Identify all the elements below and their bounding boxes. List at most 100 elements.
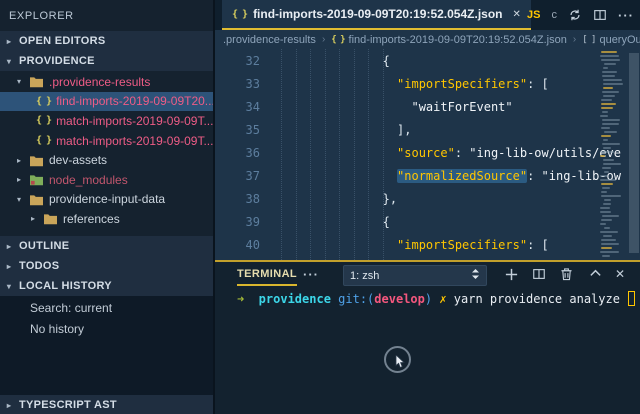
code-text: "waitForEvent" xyxy=(260,100,513,114)
minimap-mark xyxy=(603,159,614,161)
line-number: 36 xyxy=(215,146,260,160)
vertical-scrollbar[interactable] xyxy=(629,53,639,253)
minimap-mark xyxy=(600,175,608,177)
breadcrumb-item[interactable]: [ ]queryOutput xyxy=(582,34,640,46)
section-outline[interactable]: ▸ OUTLINE xyxy=(0,236,213,256)
prompt-token: develop xyxy=(374,292,425,306)
breadcrumb-separator: › xyxy=(573,34,576,45)
terminal-prompt[interactable]: ➜ providence git:(develop) ✗ yarn provid… xyxy=(237,291,635,306)
breadcrumb-item[interactable]: .providence-results xyxy=(223,34,316,46)
tab-find-imports-json[interactable]: { } find-imports-2019-09-09T20:19:52.054… xyxy=(222,0,531,30)
more-actions-icon[interactable]: ··· xyxy=(618,8,634,23)
tree-item-providence-results[interactable]: ▾.providence-results xyxy=(0,72,213,92)
js-badge-icon[interactable]: JS xyxy=(527,9,540,21)
terminal-more-icon[interactable]: ··· xyxy=(303,267,319,282)
section-local-history[interactable]: ▾ LOCAL HISTORY xyxy=(0,276,213,296)
line-number: 39 xyxy=(215,215,260,229)
minimap-mark xyxy=(600,223,606,225)
minimap-mark xyxy=(602,151,614,153)
code-line-34: 34"waitForEvent" xyxy=(215,95,640,118)
chevron-down-icon[interactable]: ▾ xyxy=(14,77,24,86)
minimap-mark xyxy=(603,87,613,89)
code-text: "importSpecifiers": [ xyxy=(260,238,549,252)
prompt-token: ✗ xyxy=(432,292,446,306)
kill-terminal-trash-icon[interactable] xyxy=(560,267,573,281)
minimap-mark xyxy=(600,55,619,57)
line-number: 40 xyxy=(215,238,260,252)
chevron-right-icon[interactable]: ▸ xyxy=(28,214,38,223)
terminal-tab[interactable]: TERMINAL xyxy=(237,268,297,286)
tab-bar: { } find-imports-2019-09-09T20:19:52.054… xyxy=(215,0,640,30)
folder-icon xyxy=(43,212,58,225)
section-open-editors[interactable]: ▸ OPEN EDITORS xyxy=(0,31,213,51)
tree-item-find-imports-2019-09-09t20[interactable]: { }find-imports-2019-09-09T20... xyxy=(0,92,213,112)
code-line-32: 32{ xyxy=(215,49,640,72)
minimap-mark xyxy=(604,199,611,201)
chevron-right-icon: ▸ xyxy=(4,37,14,46)
line-number: 32 xyxy=(215,54,260,68)
indent-guide xyxy=(368,49,369,260)
tree-item-label: providence-input-data xyxy=(49,192,165,206)
code-line-38: 38}, xyxy=(215,187,640,210)
sync-icon[interactable] xyxy=(568,8,582,22)
folder-icon xyxy=(29,154,44,167)
indent-guide xyxy=(354,49,355,260)
terminal-shell-select[interactable]: 1: zsh xyxy=(343,265,487,286)
tree-item-match-imports-2019-09-09t[interactable]: { } match-imports-2019-09-09T... xyxy=(0,111,213,131)
terminal-panel[interactable]: TERMINAL ··· 1: zsh xyxy=(215,262,640,414)
minimap-mark xyxy=(601,127,610,129)
tab-title: find-imports-2019-09-09T20:19:52.054Z.js… xyxy=(253,7,502,21)
node-modules-folder-icon xyxy=(29,173,44,186)
minimap[interactable] xyxy=(598,49,626,260)
breadcrumb-separator: › xyxy=(322,34,325,45)
minimap-mark xyxy=(604,227,610,229)
code-line-40: 40"importSpecifiers": [ xyxy=(215,233,640,256)
line-number: 34 xyxy=(215,100,260,114)
split-terminal-icon[interactable] xyxy=(532,267,546,281)
maximize-panel-icon[interactable] xyxy=(589,267,602,280)
json-file-icon: { } xyxy=(36,115,51,126)
chevron-down-icon[interactable]: ▾ xyxy=(14,195,24,204)
minimap-mark xyxy=(600,231,618,233)
minimap-mark xyxy=(602,167,611,169)
tree-item-providence-input-data[interactable]: ▾ providence-input-data xyxy=(0,190,213,210)
split-editor-icon[interactable] xyxy=(593,8,607,22)
minimap-mark xyxy=(600,207,610,209)
section-typescript-ast[interactable]: ▸ TYPESCRIPT AST xyxy=(0,395,213,414)
minimap-mark xyxy=(601,243,619,245)
tree-item-node-modules[interactable]: ▸node_modules xyxy=(0,170,213,190)
editor-actions: JS c ··· xyxy=(527,0,634,30)
new-terminal-icon[interactable] xyxy=(504,267,519,282)
tree-item-references[interactable]: ▸references xyxy=(0,209,213,229)
select-arrows-icon xyxy=(471,268,480,283)
code-editor[interactable]: 32{ 33 "importSpecifiers": [ 34"waitForEven… xyxy=(215,49,640,260)
prompt-token: git:( xyxy=(331,292,374,306)
section-label: TODOS xyxy=(19,260,59,272)
minimap-mark xyxy=(601,107,613,109)
minimap-mark xyxy=(602,75,615,77)
minimap-mark xyxy=(603,95,615,97)
tree-item-match-imports-2019-09-09t[interactable]: { }match-imports-2019-09-09T... xyxy=(0,131,213,151)
tree-item-dev-assets[interactable]: ▸dev-assets xyxy=(0,150,213,170)
chevron-right-icon[interactable]: ▸ xyxy=(14,175,24,184)
chevron-right-icon: ▸ xyxy=(4,401,14,410)
local-history-content: Search: current No history xyxy=(0,296,213,395)
minimap-mark xyxy=(600,211,611,213)
c-badge-icon[interactable]: c xyxy=(552,9,558,21)
close-panel-icon[interactable]: ✕ xyxy=(615,267,625,281)
minimap-mark xyxy=(601,247,612,249)
section-providence[interactable]: ▾ PROVIDENCE xyxy=(0,51,213,71)
editor-group: { } find-imports-2019-09-09T20:19:52.054… xyxy=(215,0,640,414)
breadcrumb-item[interactable]: { }find-imports-2019-09-09T20:19:52.054Z… xyxy=(331,34,567,46)
minimap-mark xyxy=(604,63,616,65)
tree-item-label: match-imports-2019-09-09T... xyxy=(56,114,213,128)
line-number: 33 xyxy=(215,77,260,91)
close-tab-icon[interactable]: ✕ xyxy=(512,9,520,20)
chevron-right-icon[interactable]: ▸ xyxy=(14,156,24,165)
prompt-token: ➜ xyxy=(237,292,244,306)
breadcrumb-label: find-imports-2019-09-09T20:19:52.054Z.js… xyxy=(349,34,567,46)
minimap-mark xyxy=(602,91,619,93)
code-text: "normalizedSource": "ing-lib-ow xyxy=(260,169,621,183)
minimap-mark xyxy=(602,111,608,113)
section-todos[interactable]: ▸ TODOS xyxy=(0,256,213,276)
